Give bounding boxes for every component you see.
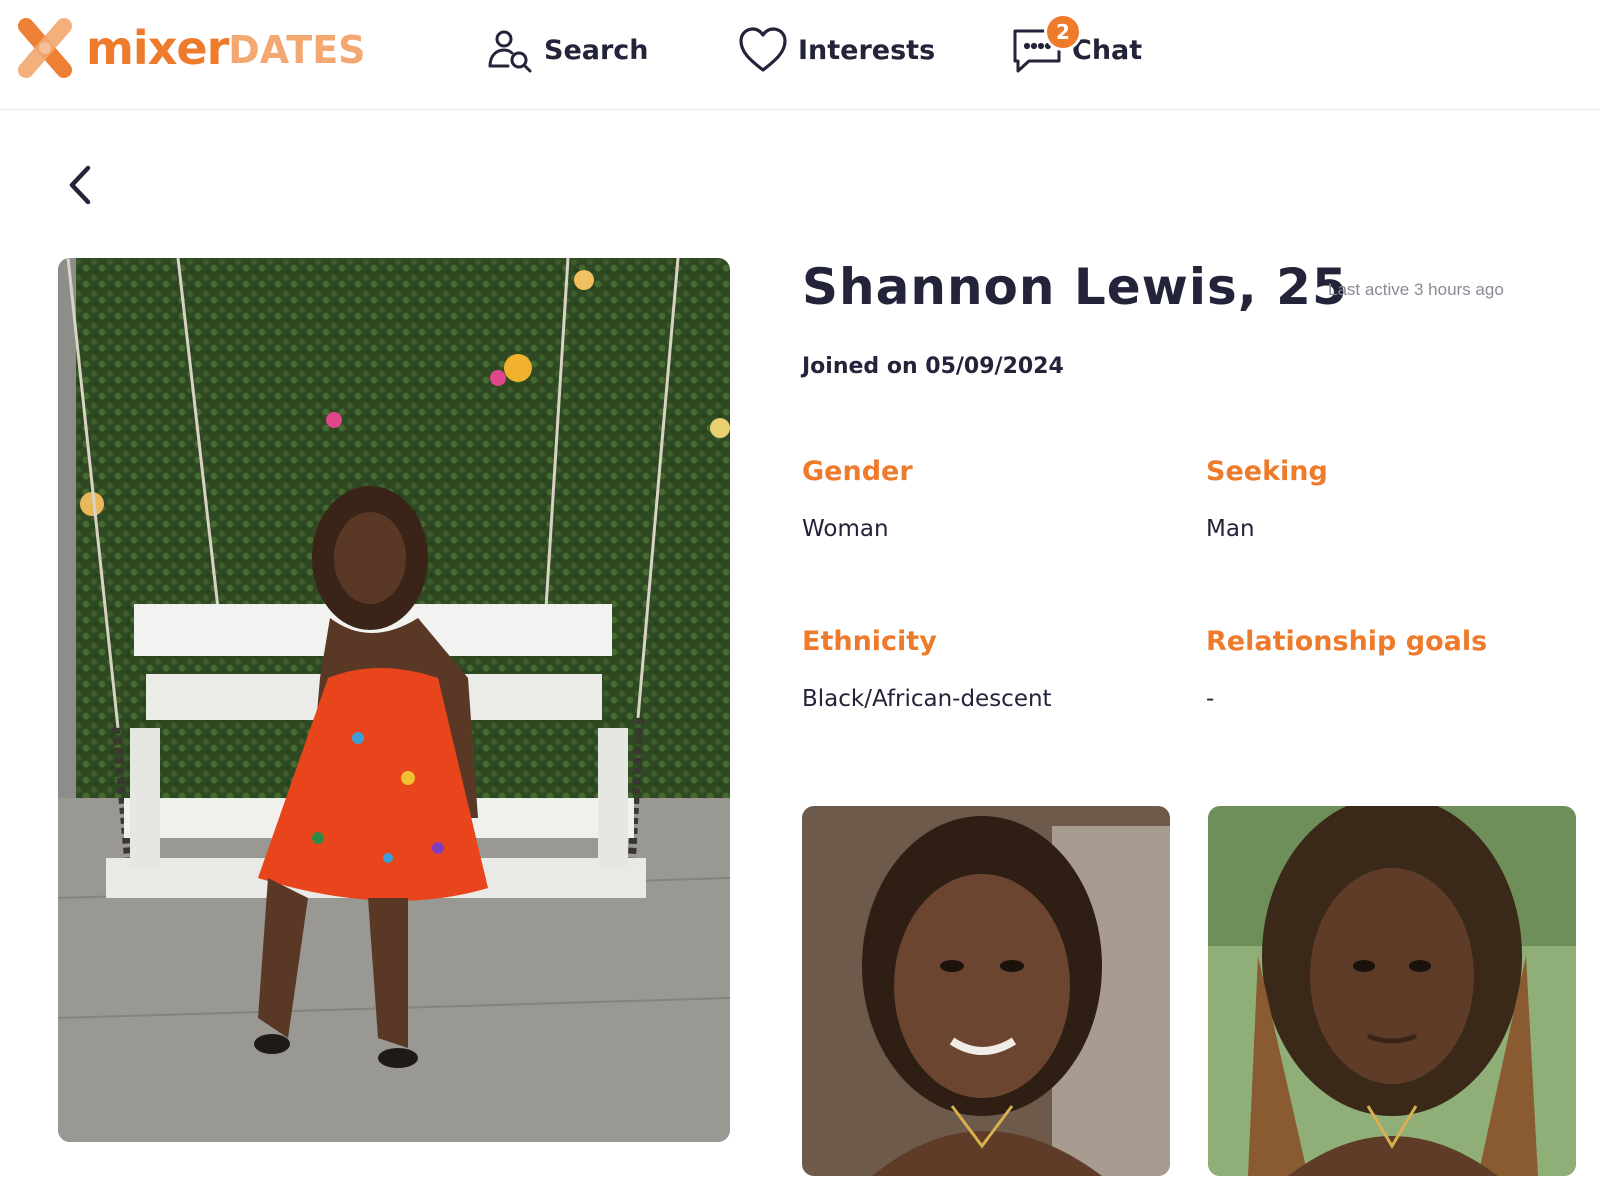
top-navigation-bar: mixer DATES Search Interests 2 Chat	[0, 0, 1600, 110]
nav-search-label: Search	[544, 34, 649, 66]
nav-chat[interactable]: 2 Chat	[1012, 13, 1143, 80]
back-button[interactable]	[60, 160, 104, 210]
ethnicity-label: Ethnicity	[802, 626, 937, 657]
user-search-icon	[486, 26, 534, 74]
main-profile-photo[interactable]	[58, 258, 730, 1142]
thumbnail-photo-2[interactable]	[1208, 806, 1576, 1176]
gender-label: Gender	[802, 456, 913, 487]
seeking-label: Seeking	[1206, 456, 1328, 487]
last-active-status: Last active 3 hours ago	[1328, 280, 1504, 299]
nav-chat-label: Chat	[1072, 34, 1143, 66]
nav-interests-label: Interests	[798, 34, 936, 66]
profile-name-age: Shannon Lewis, 25	[802, 258, 1348, 316]
heart-icon	[738, 26, 788, 74]
gender-value: Woman	[802, 516, 889, 542]
brand-name-dates: DATES	[228, 28, 366, 72]
joined-date: Joined on 05/09/2024	[802, 354, 1064, 379]
relationship-goals-value: -	[1206, 686, 1215, 712]
nav-search[interactable]: Search	[486, 20, 649, 80]
relationship-goals-label: Relationship goals	[1206, 626, 1488, 657]
seeking-value: Man	[1206, 516, 1255, 542]
chat-icon-wrapper: 2	[1012, 13, 1082, 75]
nav-interests[interactable]: Interests	[738, 20, 935, 80]
brand-name-mixer: mixer	[86, 21, 229, 75]
chevron-left-icon	[60, 160, 104, 210]
chat-unread-badge: 2	[1044, 13, 1082, 51]
ethnicity-value: Black/African-descent	[802, 686, 1052, 712]
logo-x-icon	[18, 18, 72, 78]
brand-logo[interactable]: mixer DATES	[18, 18, 366, 78]
thumbnail-photo-1[interactable]	[802, 806, 1170, 1176]
